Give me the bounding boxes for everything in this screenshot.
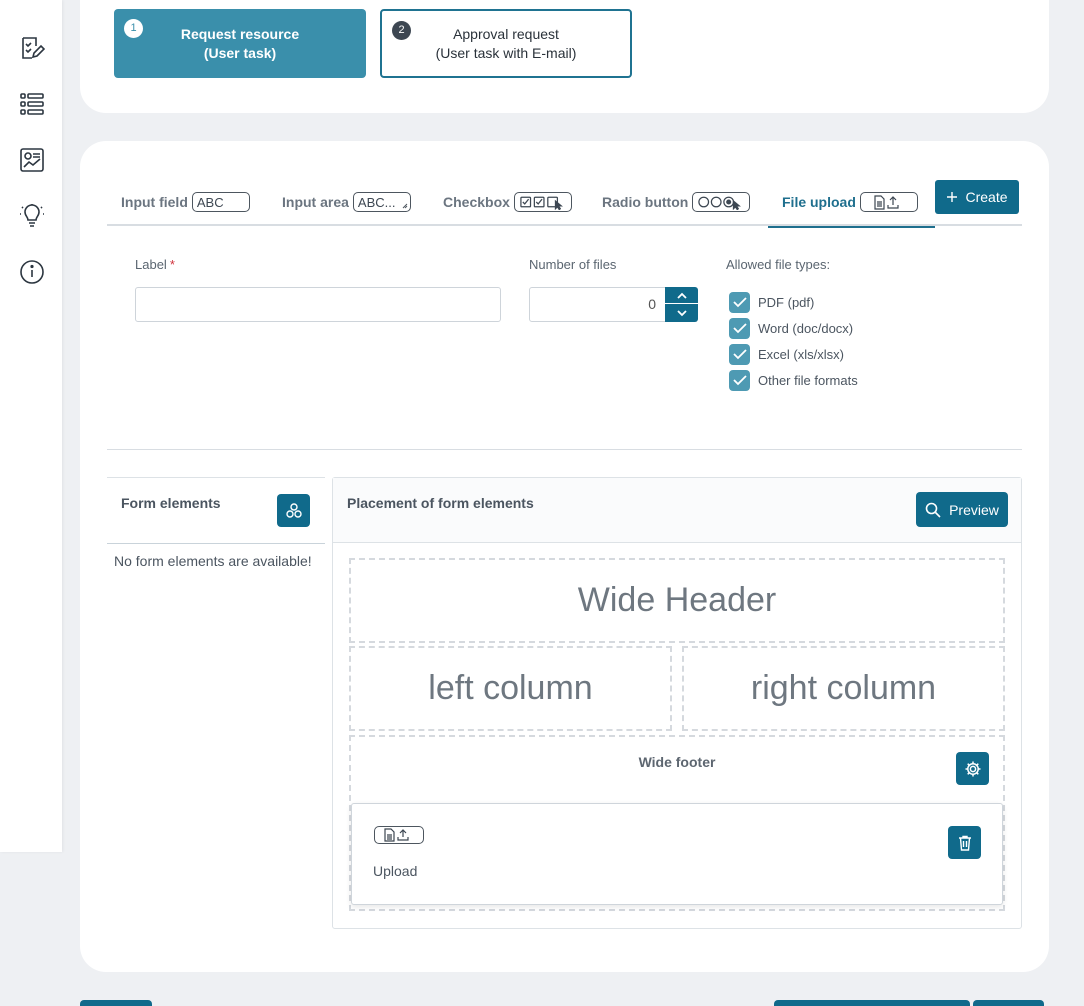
- decrement-button[interactable]: [665, 305, 698, 322]
- gear-icon: [965, 761, 980, 776]
- checkmark-icon: [732, 374, 747, 385]
- search-icon: [925, 502, 941, 518]
- checkbox-checked[interactable]: [729, 369, 750, 391]
- checkbox-word[interactable]: Word (doc/docx): [729, 317, 853, 339]
- section-divider: [107, 449, 1022, 450]
- wide-footer-title: Wide footer: [638, 754, 716, 770]
- sidebar: [0, 0, 62, 852]
- wide-header-zone[interactable]: Wide Header: [349, 558, 1005, 643]
- edit-document-icon[interactable]: [18, 34, 46, 62]
- checkbox-checked[interactable]: [729, 343, 750, 365]
- form-elements-action-button[interactable]: [277, 494, 310, 527]
- bottom-right-button[interactable]: [774, 1000, 970, 1006]
- step-label: Request resource (User task): [180, 25, 300, 61]
- allowed-file-types-label: Allowed file types:: [726, 257, 831, 272]
- list-icon[interactable]: [18, 90, 46, 118]
- form-elements-header: Form elements: [107, 477, 325, 544]
- step-number: 2: [392, 21, 411, 40]
- lightbulb-icon[interactable]: [18, 202, 46, 230]
- chevron-up-icon: [676, 292, 687, 299]
- tab-checkbox[interactable]: Checkbox: [443, 178, 572, 226]
- cluster-icon: [285, 502, 302, 518]
- number-of-files-input[interactable]: 0: [529, 287, 666, 322]
- input-field-badge: ABC: [191, 192, 250, 212]
- delete-element-button[interactable]: [948, 826, 981, 859]
- checkmark-icon: [732, 322, 747, 333]
- step-label: Approval request (User task with E-mail): [435, 25, 577, 61]
- plus-icon: [947, 192, 958, 202]
- step-request-resource[interactable]: 1 Request resource (User task): [114, 9, 366, 78]
- resize-handle-icon: [402, 203, 408, 209]
- report-chart-icon[interactable]: [18, 146, 46, 174]
- right-column-zone[interactable]: right column: [682, 646, 1005, 731]
- chevron-down-icon: [676, 310, 687, 317]
- preview-button[interactable]: Preview: [916, 492, 1008, 527]
- upload-element-card[interactable]: Upload: [351, 803, 1003, 905]
- checkbox-checked[interactable]: [729, 317, 750, 339]
- upload-label: Upload: [373, 863, 418, 879]
- checkbox-checked[interactable]: [729, 291, 750, 313]
- step-approval-request[interactable]: 2 Approval request (User task with E-mai…: [380, 9, 632, 78]
- placement-header: Placement of form elements Preview: [333, 478, 1021, 543]
- file-upload-icon: [374, 826, 424, 844]
- label-input[interactable]: [135, 287, 501, 322]
- element-type-tabs: Input field ABC Input area ABC... Checkb…: [107, 178, 1022, 228]
- form-elements-title: Form elements: [121, 495, 221, 511]
- checkmark-icon: [732, 348, 747, 359]
- number-of-files-label: Number of files: [529, 257, 617, 272]
- info-icon[interactable]: [18, 258, 46, 286]
- tab-radio-button[interactable]: Radio button: [602, 178, 751, 226]
- number-of-files-stepper: [665, 287, 698, 322]
- radio-badge-icon: [692, 192, 751, 212]
- step-number: 1: [124, 19, 143, 38]
- partial-icon[interactable]: [18, 0, 46, 14]
- required-mark: *: [169, 257, 175, 272]
- form-elements-empty-text: No form elements are available!: [114, 553, 312, 569]
- checkbox-other-formats[interactable]: Other file formats: [729, 369, 858, 391]
- checkbox-pdf[interactable]: PDF (pdf): [729, 291, 814, 313]
- checkbox-excel[interactable]: Excel (xls/xlsx): [729, 343, 844, 365]
- bottom-far-right-button[interactable]: [973, 1000, 1044, 1006]
- create-button[interactable]: Create: [935, 180, 1019, 214]
- tab-input-area[interactable]: Input area ABC...: [282, 178, 411, 226]
- checkbox-badge-icon: [513, 192, 572, 212]
- input-area-badge: ABC...: [352, 192, 411, 212]
- footer-settings-button[interactable]: [956, 752, 989, 785]
- label-field-label: Label *: [135, 257, 175, 272]
- tab-input-field[interactable]: Input field ABC: [121, 178, 250, 226]
- placement-title: Placement of form elements: [347, 495, 534, 511]
- bottom-left-button[interactable]: [80, 1000, 152, 1006]
- trash-icon: [958, 835, 971, 851]
- increment-button[interactable]: [665, 287, 698, 304]
- tab-file-upload[interactable]: File upload: [768, 178, 935, 228]
- checkmark-icon: [732, 296, 747, 307]
- file-upload-badge-icon: [859, 192, 918, 212]
- left-column-zone[interactable]: left column: [349, 646, 672, 731]
